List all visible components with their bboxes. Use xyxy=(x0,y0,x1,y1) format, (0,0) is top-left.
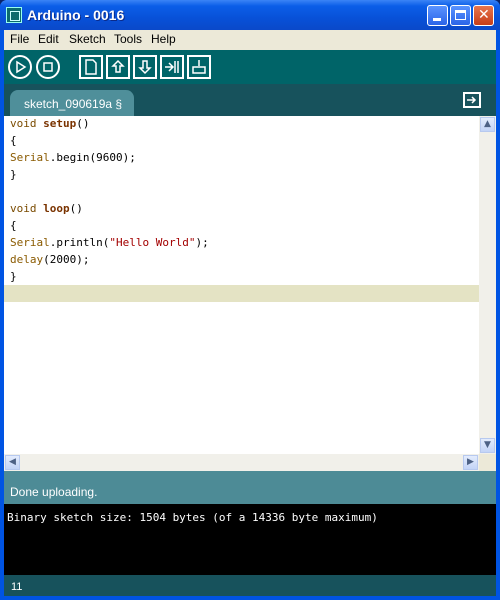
arduino-window: Arduino - 0016 File Edit Sketch Tools He… xyxy=(0,0,500,600)
upload-arrow-icon xyxy=(111,59,125,73)
window-title: Arduino - 0016 xyxy=(27,7,125,23)
open-button[interactable] xyxy=(106,55,130,79)
serial-monitor-button[interactable] xyxy=(187,55,211,79)
new-file-icon xyxy=(85,59,97,75)
code-line-10: } xyxy=(10,270,17,283)
client-area: File Edit Sketch Tools Help sketch_09061… xyxy=(4,30,496,596)
arrow-right-icon xyxy=(467,96,477,104)
menu-edit[interactable]: Edit xyxy=(38,32,59,46)
line-number: 11 xyxy=(11,581,23,593)
code-line-3: Serial.begin(9600); xyxy=(10,151,136,164)
console-line: Binary sketch size: 1504 bytes (of a 143… xyxy=(7,511,378,524)
tab-bar: sketch_090619a § xyxy=(4,84,496,116)
close-button[interactable] xyxy=(473,5,494,26)
menu-help[interactable]: Help xyxy=(151,32,176,46)
tab-menu-button[interactable] xyxy=(463,92,481,108)
footer-bar: 11 xyxy=(4,575,496,596)
arduino-app-icon xyxy=(6,7,22,23)
code-line-6: void loop() xyxy=(10,202,83,215)
new-button[interactable] xyxy=(79,55,103,79)
maximize-button[interactable] xyxy=(450,5,471,26)
upload-button[interactable] xyxy=(160,55,184,79)
stop-icon xyxy=(43,62,53,72)
vertical-scrollbar[interactable]: ▲ ▼ xyxy=(479,116,496,454)
verify-button[interactable] xyxy=(8,55,32,79)
play-icon xyxy=(16,60,27,74)
save-button[interactable] xyxy=(133,55,157,79)
menu-tools[interactable]: Tools xyxy=(114,32,142,46)
toolbar xyxy=(4,50,496,84)
upload-to-board-icon xyxy=(165,61,179,73)
download-arrow-icon xyxy=(138,60,152,75)
code-line-2: { xyxy=(10,134,17,147)
status-message: Done uploading. xyxy=(10,485,98,499)
code-line-1: void setup() xyxy=(10,117,90,130)
menu-sketch[interactable]: Sketch xyxy=(69,32,106,46)
scroll-up-icon[interactable]: ▲ xyxy=(480,117,495,132)
stop-button[interactable] xyxy=(36,55,60,79)
horizontal-scrollbar[interactable]: ◀ ▶ xyxy=(4,454,479,471)
code-line-7: { xyxy=(10,219,17,232)
serial-monitor-icon xyxy=(192,60,206,74)
code-line-4: } xyxy=(10,168,17,181)
scroll-left-icon[interactable]: ◀ xyxy=(5,455,20,470)
minimize-button[interactable] xyxy=(427,5,448,26)
code-line-8: Serial.println("Hello World"); xyxy=(10,236,209,249)
console-output[interactable]: Binary sketch size: 1504 bytes (of a 143… xyxy=(4,504,496,575)
scroll-down-icon[interactable]: ▼ xyxy=(480,438,495,453)
code-editor[interactable]: void setup() { Serial.begin(9600); } voi… xyxy=(4,116,479,454)
menu-bar: File Edit Sketch Tools Help xyxy=(4,30,496,50)
code-line-9: delay(2000); xyxy=(10,253,90,266)
title-bar[interactable]: Arduino - 0016 xyxy=(0,0,500,30)
current-line-highlight xyxy=(4,285,479,302)
menu-file[interactable]: File xyxy=(10,32,29,46)
status-bar: Done uploading. xyxy=(4,471,496,504)
tab-sketch[interactable]: sketch_090619a § xyxy=(10,90,134,116)
scroll-right-icon[interactable]: ▶ xyxy=(463,455,478,470)
